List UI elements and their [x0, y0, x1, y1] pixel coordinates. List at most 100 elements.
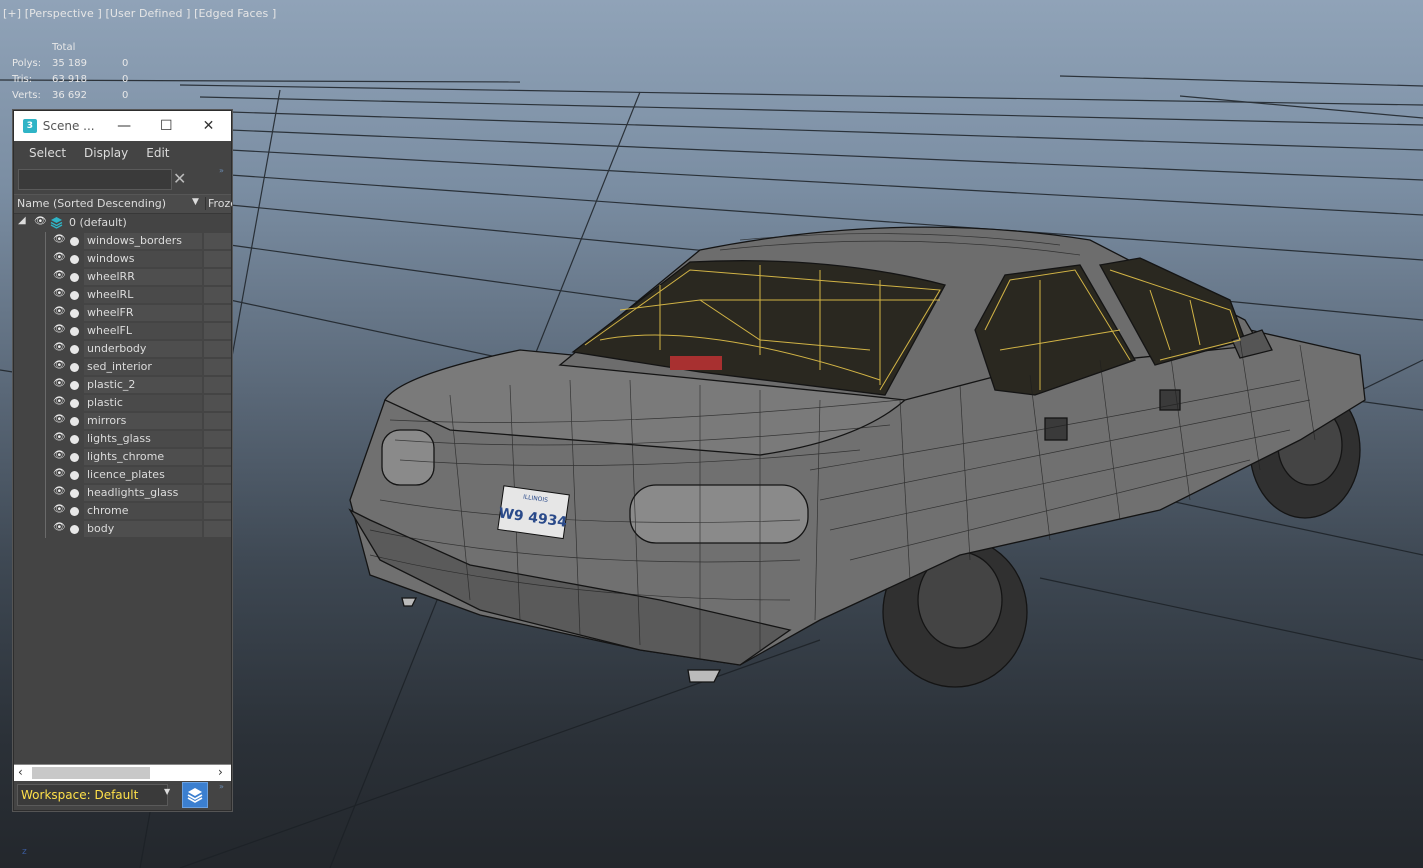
- scene-object-row[interactable]: 👁 chrome: [14, 502, 231, 520]
- frozen-cell[interactable]: [204, 269, 231, 285]
- object-dot-icon[interactable]: [70, 399, 79, 408]
- scene-object-row[interactable]: 👁 wheelFR: [14, 304, 231, 322]
- name-column-header[interactable]: Name (Sorted Descending): [17, 197, 166, 210]
- frozen-cell[interactable]: [204, 233, 231, 249]
- clear-search-icon[interactable]: ✕: [173, 169, 186, 189]
- scene-object-row[interactable]: 👁 plastic: [14, 394, 231, 412]
- object-dot-icon[interactable]: [70, 255, 79, 264]
- scene-object-row[interactable]: 👁 wheelFL: [14, 322, 231, 340]
- visibility-eye-icon[interactable]: 👁: [53, 486, 66, 497]
- scene-object-row[interactable]: 👁 lights_chrome: [14, 448, 231, 466]
- scrollbar-thumb[interactable]: [32, 767, 150, 779]
- visibility-eye-icon[interactable]: 👁: [53, 522, 66, 533]
- scene-object-row[interactable]: 👁 mirrors: [14, 412, 231, 430]
- object-dot-icon[interactable]: [70, 363, 79, 372]
- layers-icon: [187, 788, 203, 803]
- scene-object-row[interactable]: 👁 plastic_2: [14, 376, 231, 394]
- menu-edit[interactable]: Edit: [136, 142, 177, 164]
- scene-object-row[interactable]: 👁 headlights_glass: [14, 484, 231, 502]
- frozen-cell[interactable]: [204, 485, 231, 501]
- workspace-dropdown[interactable]: Workspace: Default: [17, 784, 168, 806]
- frozen-cell[interactable]: [204, 323, 231, 339]
- object-dot-icon[interactable]: [70, 435, 79, 444]
- viewport-label[interactable]: [+] [Perspective ] [User Defined ] [Edge…: [3, 7, 276, 20]
- visibility-eye-icon[interactable]: 👁: [53, 360, 66, 371]
- layer-row-default[interactable]: ◢ 👁 0 (default): [14, 214, 231, 232]
- scene-explorer-titlebar[interactable]: 3 Scene ... — ☐ ✕: [14, 111, 231, 141]
- search-input[interactable]: [18, 169, 172, 190]
- object-dot-icon[interactable]: [70, 327, 79, 336]
- scene-object-row[interactable]: 👁 underbody: [14, 340, 231, 358]
- menu-display[interactable]: Display: [74, 142, 136, 164]
- maximize-button[interactable]: ☐: [147, 111, 186, 141]
- object-dot-icon[interactable]: [70, 471, 79, 480]
- close-button[interactable]: ✕: [186, 111, 231, 141]
- stats-total: 36 692: [52, 89, 87, 101]
- visibility-eye-icon[interactable]: 👁: [53, 234, 66, 245]
- visibility-eye-icon[interactable]: 👁: [53, 324, 66, 335]
- visibility-eye-icon[interactable]: 👁: [53, 414, 66, 425]
- visibility-eye-icon[interactable]: 👁: [53, 270, 66, 281]
- frozen-cell[interactable]: [204, 395, 231, 411]
- frozen-cell[interactable]: [204, 449, 231, 465]
- frozen-cell[interactable]: [204, 341, 231, 357]
- frozen-cell[interactable]: [204, 305, 231, 321]
- menu-select[interactable]: Select: [14, 142, 74, 164]
- visibility-eye-icon[interactable]: 👁: [53, 342, 66, 353]
- scene-object-row[interactable]: 👁 windows: [14, 250, 231, 268]
- frozen-cell[interactable]: [204, 467, 231, 483]
- object-dot-icon[interactable]: [70, 453, 79, 462]
- object-label: windows: [87, 252, 135, 265]
- layer-explorer-button[interactable]: [182, 782, 208, 808]
- visibility-eye-icon[interactable]: 👁: [53, 306, 66, 317]
- toolbar-expand-icon[interactable]: »: [219, 166, 224, 175]
- frozen-cell[interactable]: [204, 377, 231, 393]
- frozen-cell[interactable]: [204, 413, 231, 429]
- visibility-eye-icon[interactable]: 👁: [53, 378, 66, 389]
- chevron-down-icon[interactable]: ▼: [164, 787, 170, 796]
- scene-object-row[interactable]: 👁 wheelRR: [14, 268, 231, 286]
- visibility-eye-icon[interactable]: 👁: [53, 504, 66, 515]
- visibility-eye-icon[interactable]: 👁: [53, 396, 66, 407]
- frozen-cell[interactable]: [204, 521, 231, 537]
- scene-object-row[interactable]: 👁 body: [14, 520, 231, 538]
- frozen-cell[interactable]: [204, 431, 231, 447]
- object-label: licence_plates: [87, 468, 165, 481]
- scene-object-row[interactable]: 👁 licence_plates: [14, 466, 231, 484]
- scroll-right-icon[interactable]: ›: [218, 765, 223, 779]
- scene-tree: ◢ 👁 0 (default) 👁 windows_borders 👁 windows…: [14, 214, 231, 538]
- scene-object-row[interactable]: 👁 lights_glass: [14, 430, 231, 448]
- frozen-cell[interactable]: [204, 251, 231, 267]
- horizontal-scrollbar[interactable]: ‹ ›: [14, 764, 231, 781]
- app-icon: 3: [23, 119, 37, 133]
- visibility-eye-icon[interactable]: 👁: [53, 252, 66, 263]
- object-dot-icon[interactable]: [70, 291, 79, 300]
- object-dot-icon[interactable]: [70, 489, 79, 498]
- object-dot-icon[interactable]: [70, 273, 79, 282]
- object-dot-icon[interactable]: [70, 525, 79, 534]
- visibility-eye-icon[interactable]: 👁: [53, 288, 66, 299]
- visibility-eye-icon[interactable]: 👁: [53, 450, 66, 461]
- sort-descending-icon[interactable]: ▼: [192, 197, 199, 207]
- visibility-eye-icon[interactable]: 👁: [53, 468, 66, 479]
- minimize-button[interactable]: —: [102, 111, 147, 141]
- scene-object-row[interactable]: 👁 wheelRL: [14, 286, 231, 304]
- frozen-cell[interactable]: [204, 287, 231, 303]
- object-dot-icon[interactable]: [70, 237, 79, 246]
- frozen-cell[interactable]: [204, 359, 231, 375]
- scene-object-row[interactable]: 👁 windows_borders: [14, 232, 231, 250]
- toolbar-expand-icon[interactable]: »: [219, 782, 224, 791]
- scene-object-row[interactable]: 👁 sed_interior: [14, 358, 231, 376]
- object-dot-icon[interactable]: [70, 417, 79, 426]
- scroll-left-icon[interactable]: ‹: [18, 765, 23, 779]
- visibility-eye-icon[interactable]: 👁: [53, 432, 66, 443]
- object-dot-icon[interactable]: [70, 507, 79, 516]
- frozen-cell[interactable]: [204, 503, 231, 519]
- scene-explorer-window[interactable]: 3 Scene ... — ☐ ✕ Select Display Edit ✕ …: [13, 110, 232, 811]
- frozen-column-header[interactable]: Frozen: [205, 197, 232, 210]
- collapse-arrow-icon[interactable]: ◢: [18, 215, 26, 226]
- visibility-eye-icon[interactable]: 👁: [34, 216, 47, 227]
- object-dot-icon[interactable]: [70, 345, 79, 354]
- object-dot-icon[interactable]: [70, 381, 79, 390]
- object-dot-icon[interactable]: [70, 309, 79, 318]
